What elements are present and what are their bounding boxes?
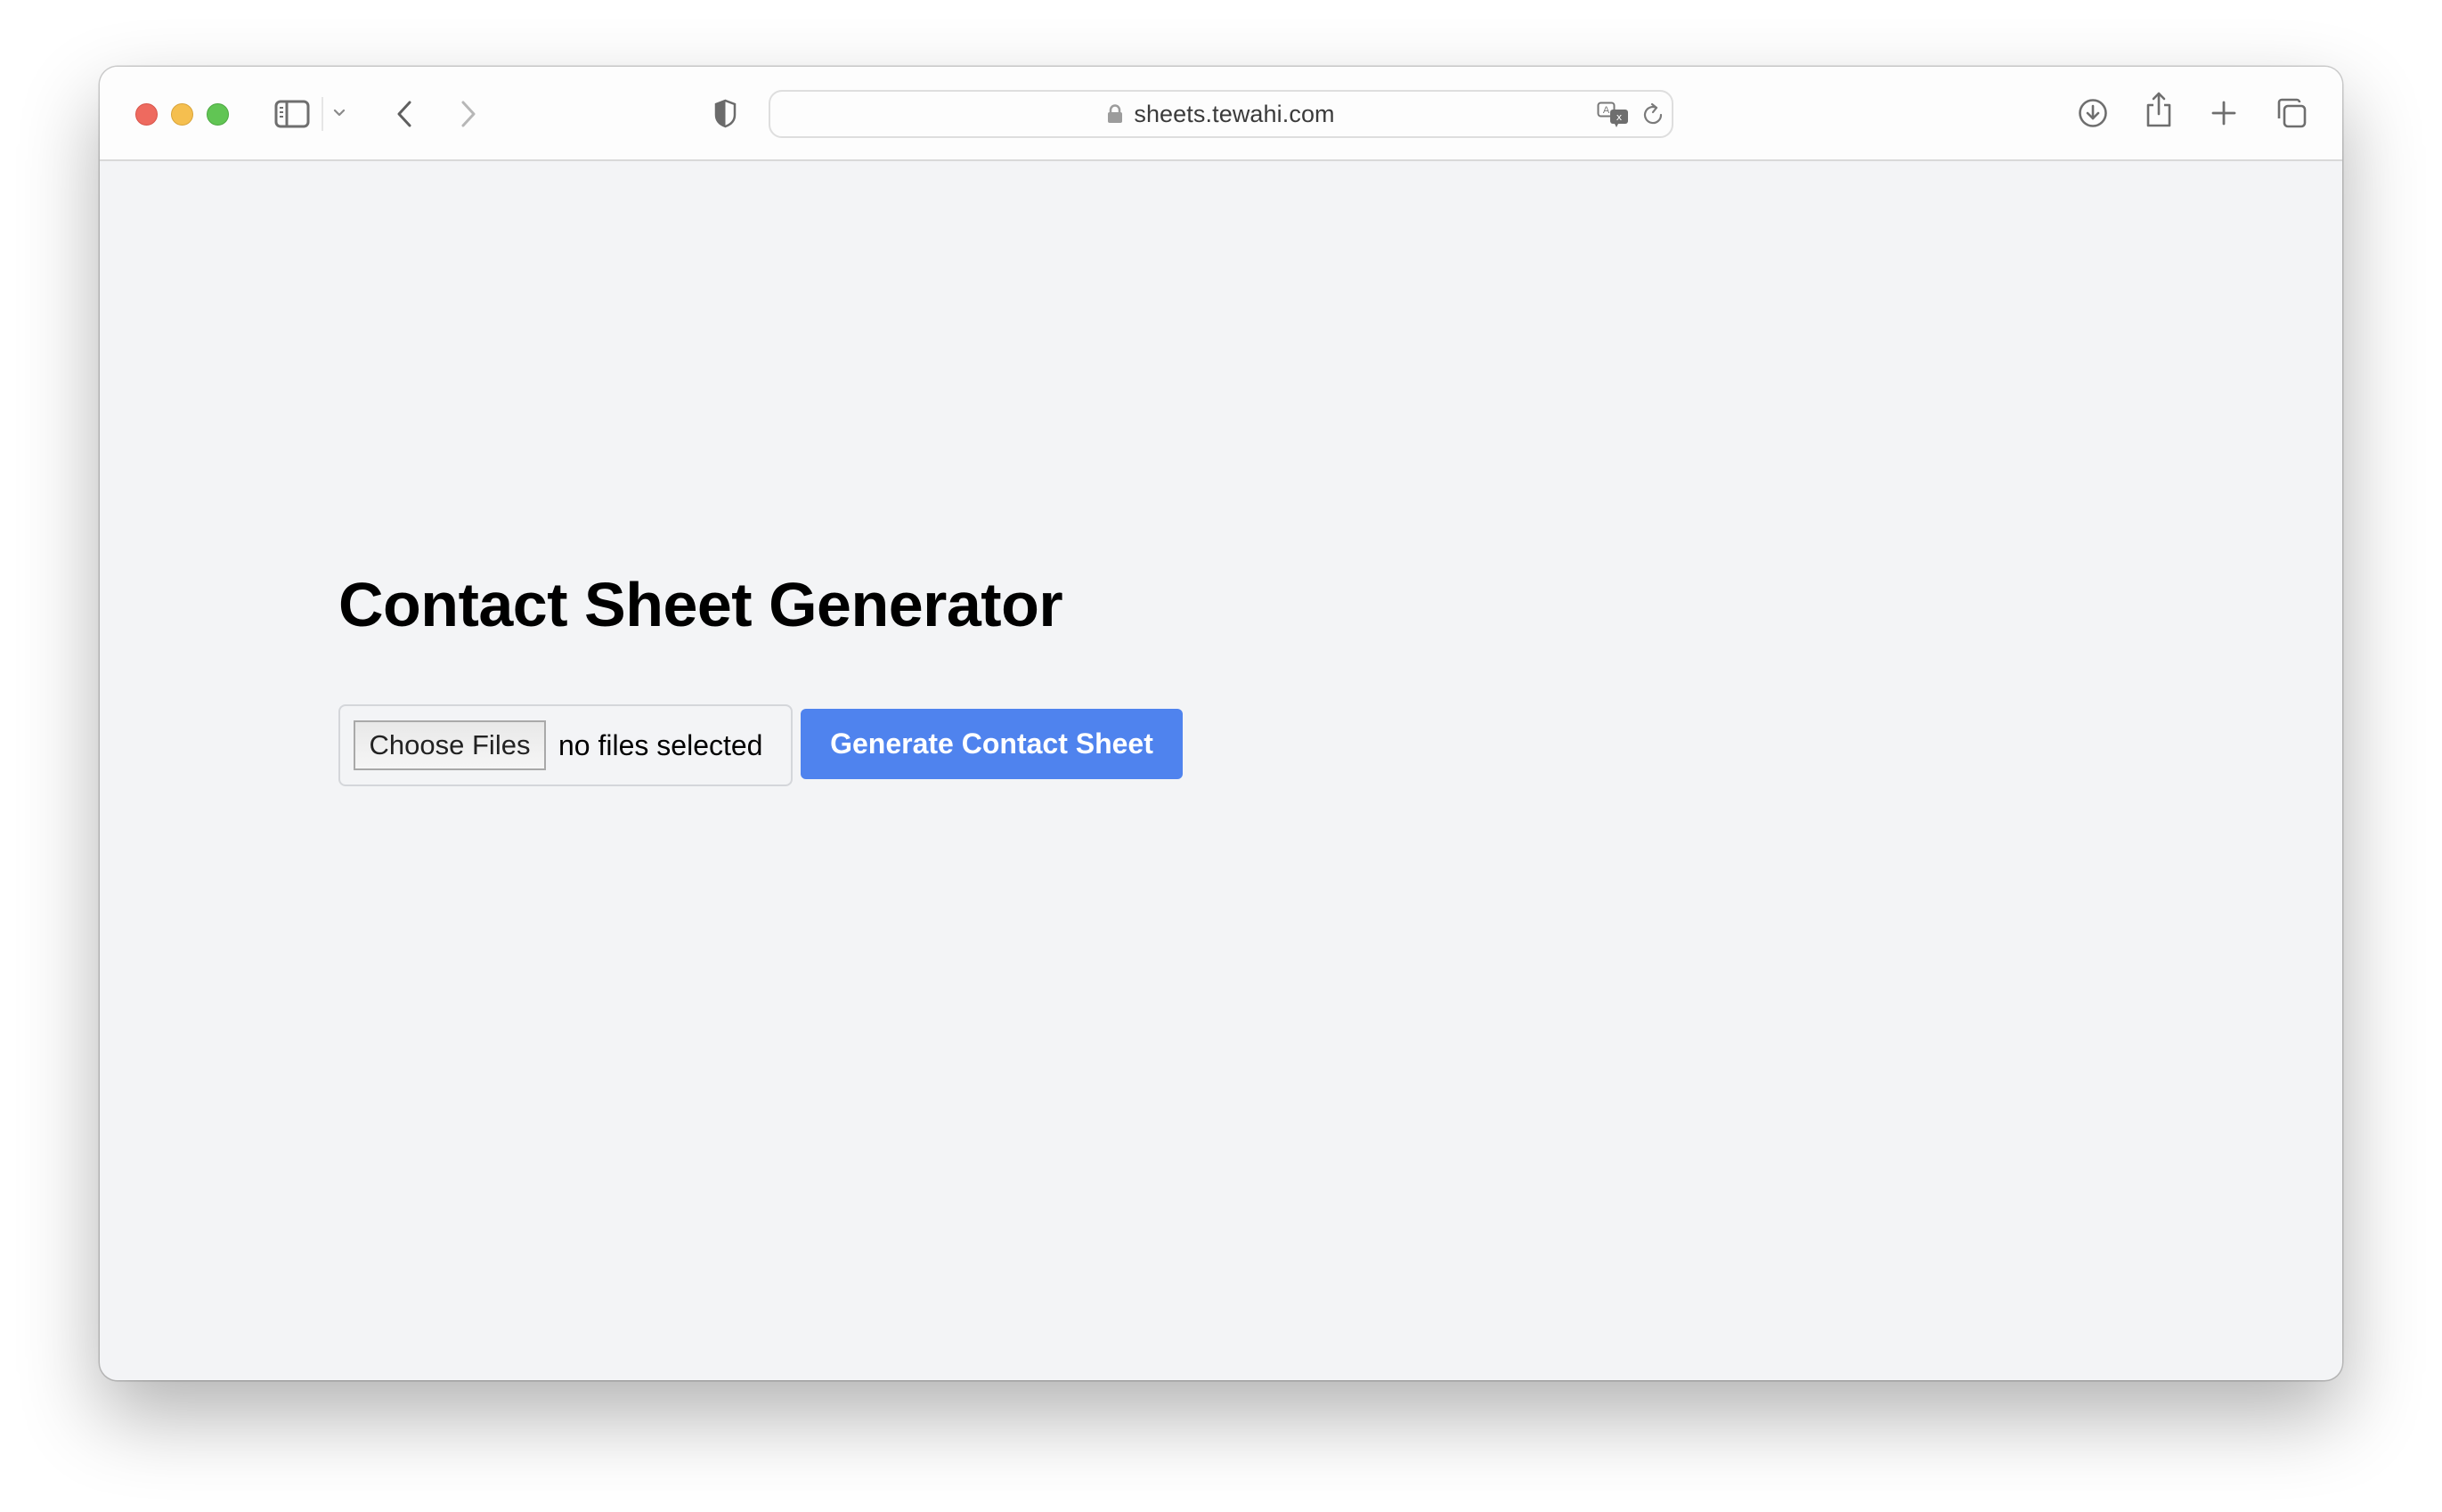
back-button[interactable] bbox=[396, 101, 412, 127]
shield-icon[interactable] bbox=[713, 99, 737, 128]
svg-text:A: A bbox=[1603, 105, 1610, 116]
translate-icon[interactable]: A x bbox=[1597, 102, 1631, 128]
address-bar[interactable]: sheets.tewahi.com A x bbox=[769, 90, 1673, 138]
choose-files-button[interactable]: Choose Files bbox=[354, 720, 546, 770]
page-title: Contact Sheet Generator bbox=[338, 570, 1063, 639]
file-input[interactable]: Choose Files no files selected bbox=[338, 704, 793, 786]
zoom-window-button[interactable] bbox=[207, 103, 229, 126]
lock-icon bbox=[1107, 104, 1123, 124]
generate-contact-sheet-button[interactable]: Generate Contact Sheet bbox=[801, 709, 1183, 779]
minimize-window-button[interactable] bbox=[171, 103, 193, 126]
chevron-right-icon bbox=[461, 101, 476, 127]
browser-toolbar: sheets.tewahi.com A x bbox=[100, 67, 2342, 161]
file-selection-status: no files selected bbox=[558, 729, 763, 761]
chevron-left-icon bbox=[397, 101, 411, 127]
browser-window: sheets.tewahi.com A x Contact Sheet Gene… bbox=[100, 67, 2342, 1380]
plus-icon[interactable] bbox=[2211, 101, 2236, 126]
page-content: Contact Sheet Generator Choose Files no … bbox=[100, 161, 2342, 1380]
tabs-icon[interactable] bbox=[2275, 97, 2308, 129]
download-icon[interactable] bbox=[2078, 98, 2108, 128]
reload-icon[interactable] bbox=[1642, 102, 1664, 127]
sidebar-icon[interactable] bbox=[274, 100, 310, 128]
url-text[interactable]: sheets.tewahi.com bbox=[1134, 101, 1334, 128]
chevron-down-icon[interactable] bbox=[333, 109, 346, 118]
close-window-button[interactable] bbox=[135, 103, 158, 126]
toolbar-divider bbox=[322, 97, 323, 131]
forward-button[interactable] bbox=[460, 101, 476, 127]
share-icon[interactable] bbox=[2145, 91, 2173, 128]
svg-text:x: x bbox=[1616, 111, 1623, 123]
